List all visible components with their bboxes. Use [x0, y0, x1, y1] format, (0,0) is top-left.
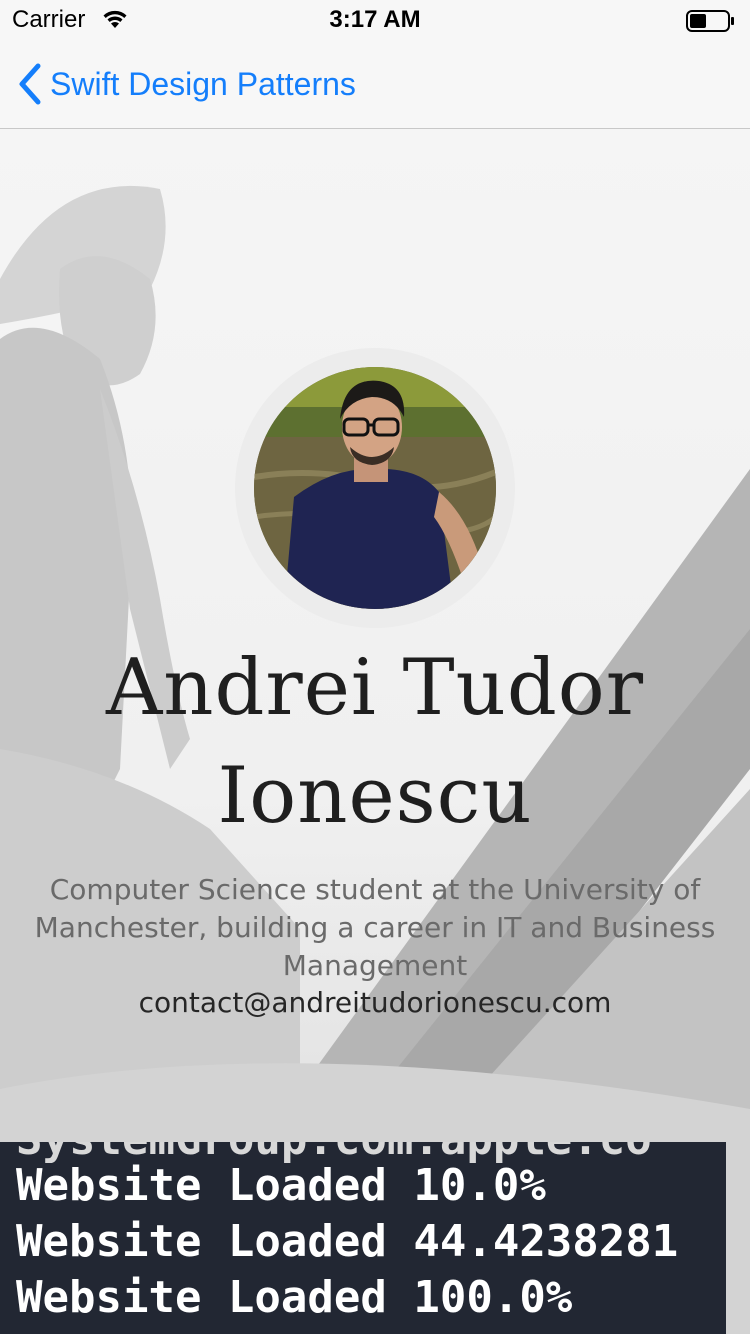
- back-button[interactable]: Swift Design Patterns: [14, 60, 356, 108]
- navigation-bar: Swift Design Patterns: [0, 40, 750, 129]
- status-time: 3:17 AM: [329, 6, 421, 33]
- avatar-frame: [235, 348, 515, 628]
- profile-bio: Computer Science student at the Universi…: [34, 873, 716, 982]
- battery-icon: [686, 10, 734, 32]
- profile-email-link[interactable]: contact@andreitudorionescu.com: [0, 986, 750, 1019]
- status-bar: Carrier 3:17 AM: [0, 0, 750, 40]
- chevron-left-icon: [19, 63, 41, 105]
- back-button-label: Swift Design Patterns: [50, 65, 356, 102]
- console-line: Website Loaded 10.0%: [16, 1160, 546, 1211]
- profile-name: Andrei Tudor Ionescu: [105, 643, 645, 841]
- profile-photo: [254, 367, 496, 609]
- console-line: Website Loaded 100.0%: [16, 1272, 573, 1323]
- avatar: [254, 367, 496, 609]
- console-output: SystemGroup.com.apple.co Website Loaded …: [0, 1142, 726, 1334]
- console-line: Website Loaded 44.4238281: [16, 1216, 679, 1267]
